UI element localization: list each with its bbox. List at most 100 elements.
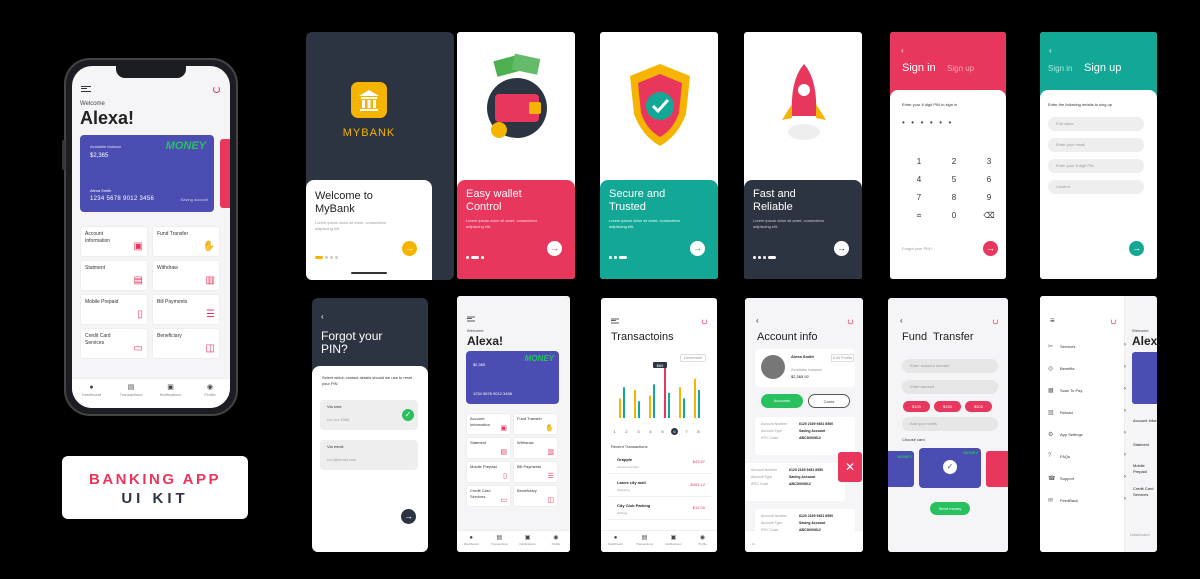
tab-signin[interactable]: Sign in	[902, 62, 936, 74]
keypad-key[interactable]: ⌫	[982, 211, 996, 220]
tab-notifications[interactable]: ▣Notifications	[151, 383, 190, 398]
transfer-field[interactable]: Enter account number	[902, 359, 998, 373]
signup-submit-button[interactable]: →	[1129, 241, 1144, 256]
day-chip[interactable]: 3	[635, 428, 642, 435]
tab-notifications[interactable]: ▣Notifications	[514, 534, 542, 547]
dashboard-tile[interactable]: Statment ▤	[80, 260, 148, 291]
dashboard-tile[interactable]: Statment ▤	[466, 437, 511, 459]
dashboard-tile[interactable]: Beneficiary ◫	[152, 328, 220, 359]
power-icon[interactable]	[701, 318, 708, 325]
transaction-row[interactable]: City Club Parking Parking $12.00	[607, 500, 711, 520]
dashboard-tile[interactable]: Withdraw ▥	[152, 260, 220, 291]
keypad-key[interactable]: 3	[982, 157, 996, 166]
menu-item[interactable]: ▥ Reload ›	[1040, 408, 1130, 421]
menu-item[interactable]: ◎ Benefits ›	[1040, 364, 1130, 377]
tab-signin[interactable]: Sign in	[1048, 64, 1072, 73]
right-card-peek[interactable]	[986, 451, 1008, 487]
next-button[interactable]: →	[690, 241, 705, 256]
dashboard-tile[interactable]: Mobile Prepaid ▯	[80, 294, 148, 325]
back-icon[interactable]: ‹	[756, 316, 759, 325]
keypad-key[interactable]: 7	[912, 193, 926, 202]
tab-transactions[interactable]: ▤Transactions	[112, 383, 151, 398]
amount-chip[interactable]: $150	[934, 401, 961, 412]
power-icon[interactable]	[992, 318, 999, 325]
option-sms[interactable]: Via sms: •••• •••• 1966 ✓	[320, 400, 418, 430]
tab-dashboard[interactable]: ●Dashboard	[457, 534, 485, 547]
tab-signup[interactable]: Sign up	[947, 64, 974, 73]
tab-notifications[interactable]: ▣Notifications	[659, 534, 688, 547]
keypad-key[interactable]: 0	[947, 211, 961, 220]
keypad-key[interactable]: 4	[912, 175, 926, 184]
day-chip[interactable]: 8	[695, 428, 702, 435]
keypad-key[interactable]: 5	[947, 175, 961, 184]
power-icon[interactable]	[213, 86, 220, 93]
tab-dashboard[interactable]: ●Dashboard	[72, 383, 111, 398]
menu-item[interactable]: ⚙ App Settings ›	[1040, 430, 1130, 443]
period-select[interactable]: December	[680, 354, 707, 362]
back-icon[interactable]: ‹	[321, 312, 324, 321]
dashboard-tile[interactable]: Account Information ▣	[466, 413, 511, 435]
power-icon[interactable]	[1110, 318, 1117, 325]
day-chip[interactable]: 6	[671, 428, 678, 435]
option-email[interactable]: Via email •••••@email.com	[320, 440, 418, 470]
keypad-key[interactable]: ⌗	[912, 211, 926, 221]
power-icon[interactable]	[847, 318, 854, 325]
transaction-row[interactable]: Lanes city mall Shopping -$453.12	[607, 477, 711, 497]
next-button[interactable]: →	[402, 241, 417, 256]
dashboard-tile[interactable]: Fund Transfer ✋	[152, 226, 220, 257]
dashboard-tile[interactable]: Withdraw ▥	[513, 437, 558, 459]
day-chip[interactable]: 4	[647, 428, 654, 435]
menu-item[interactable]: ? FAQs ›	[1040, 452, 1130, 465]
dashboard-tile[interactable]: Account Information ▣	[80, 226, 148, 257]
balance-card[interactable]: $2,365 MONEY 1234 5678 9012 3456	[466, 351, 559, 404]
tab-transactions[interactable]: ▤Transactions	[630, 534, 659, 547]
day-chip[interactable]: 5	[659, 428, 666, 435]
dashboard-tile[interactable]: Beneficiary ◫	[513, 485, 558, 507]
menu-icon[interactable]	[81, 86, 91, 92]
tab-peek[interactable]: Dashboard	[1130, 532, 1150, 538]
tab-cards[interactable]: Cards	[808, 394, 850, 408]
keypad-key[interactable]: 6	[982, 175, 996, 184]
close-menu-icon[interactable]: ≡	[1050, 316, 1055, 325]
swipe-delete-button[interactable]: ✕	[838, 452, 862, 482]
transfer-field[interactable]: Enter amount	[902, 380, 998, 394]
signin-submit-button[interactable]: →	[983, 241, 998, 256]
next-button[interactable]: →	[834, 241, 849, 256]
signup-field[interactable]: Confirm	[1048, 180, 1144, 194]
menu-icon[interactable]	[467, 316, 475, 322]
dashboard-tile[interactable]: Bill Payments ☰	[513, 461, 558, 483]
tab-profile[interactable]: ◉Profile	[191, 383, 230, 398]
next-button[interactable]: →	[547, 241, 562, 256]
forgot-pin-link[interactable]: Forgot your PIN?	[902, 246, 932, 252]
dashboard-tile[interactable]: Mobile Prepaid ▯	[466, 461, 511, 483]
transfer-field[interactable]: Add your notes	[902, 417, 998, 431]
tab-dashboard[interactable]: ●Dashboard	[601, 534, 630, 547]
dashboard-tile[interactable]: Fund Transfer ✋	[513, 413, 558, 435]
account-row[interactable]: Account Number 6120 2169 9451 6550 Account…	[755, 417, 855, 455]
next-card-peek[interactable]	[220, 139, 230, 208]
balance-card[interactable]: Available balance $2,365 MONEY Alexa Smi…	[80, 135, 214, 212]
tab-profile[interactable]: ◉Profile	[542, 534, 570, 547]
dashboard-tile[interactable]: Credit Card Services ▭	[80, 328, 148, 359]
day-chip[interactable]: 2	[623, 428, 630, 435]
menu-icon[interactable]	[611, 318, 619, 324]
signup-field[interactable]: Enter your email	[1048, 138, 1144, 152]
keypad-key[interactable]: 1	[912, 157, 926, 166]
tab-accounts[interactable]: Accounts	[761, 394, 803, 408]
tab-transactions[interactable]: ▤Transactions	[485, 534, 513, 547]
edit-profile-button[interactable]: Edit Profile	[831, 354, 855, 362]
account-row[interactable]: Account Number 6120 2169 9451 6550 Account…	[755, 509, 855, 547]
keypad-key[interactable]: 9	[982, 193, 996, 202]
signup-field[interactable]: Full name	[1048, 117, 1144, 131]
left-card-peek[interactable]: MONEY	[888, 451, 914, 487]
pin-dots[interactable]: ••••••	[902, 118, 958, 127]
day-chip[interactable]: 1	[611, 428, 618, 435]
tab-signup[interactable]: Sign up	[1084, 62, 1121, 74]
menu-item[interactable]: ✂ Services ›	[1040, 342, 1130, 355]
selected-card[interactable]: MONEY ✓	[919, 448, 981, 488]
amount-chip[interactable]: $100	[903, 401, 930, 412]
send-money-button[interactable]: Send money	[930, 502, 970, 515]
back-icon[interactable]: ‹	[900, 316, 903, 325]
back-icon[interactable]: ‹	[901, 46, 904, 55]
keypad-key[interactable]: 8	[947, 193, 961, 202]
